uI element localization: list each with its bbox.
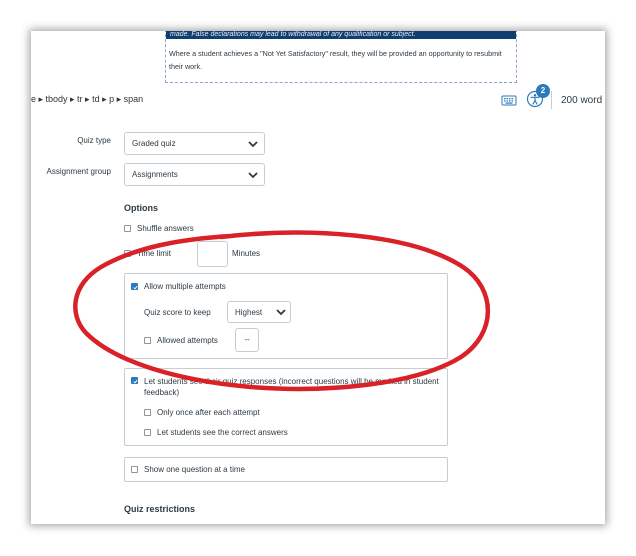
chevron-down-icon (276, 309, 286, 316)
see-correct-answers-checkbox[interactable] (144, 429, 151, 436)
editor-breadcrumb[interactable]: e ▸ tbody ▸ tr ▸ td ▸ p ▸ span (31, 94, 143, 105)
time-limit-input[interactable] (197, 241, 228, 267)
shuffle-answers-label: Shuffle answers (137, 224, 194, 233)
chevron-down-icon (248, 140, 258, 147)
allow-multiple-attempts-label: Allow multiple attempts (144, 282, 226, 291)
shuffle-answers-checkbox[interactable] (124, 225, 131, 232)
only-once-label: Only once after each attempt (157, 408, 260, 417)
see-correct-answers-label: Let students see the correct answers (157, 428, 288, 437)
editor-banner-text: made. False declarations may lead to wit… (166, 31, 516, 39)
allowed-attempts-label: Allowed attempts (157, 336, 218, 345)
time-limit-label: Time limit (137, 249, 171, 258)
allowed-attempts-input[interactable]: -- (235, 328, 259, 352)
quiz-restrictions-heading: Quiz restrictions (124, 504, 196, 514)
screenshot-frame: made. False declarations may lead to wit… (31, 31, 605, 524)
editor-content[interactable]: made. False declarations may lead to wit… (165, 31, 517, 83)
assignment-group-select[interactable]: Assignments (124, 163, 265, 186)
editor-paragraph: Where a student achieves a "Not Yet Sati… (169, 49, 502, 71)
one-question-label: Show one question at a time (144, 465, 245, 474)
quiz-score-to-keep-select[interactable]: Highest (227, 301, 291, 323)
issue-count-badge: 2 (536, 84, 550, 98)
chevron-down-icon (248, 171, 258, 178)
options-heading: Options (124, 203, 158, 213)
keyboard-icon[interactable] (501, 94, 517, 106)
quiz-type-value: Graded quiz (132, 139, 176, 148)
one-question-checkbox[interactable] (131, 466, 138, 473)
see-quiz-responses-checkbox[interactable] (131, 377, 138, 384)
assignment-group-value: Assignments (132, 170, 178, 179)
allow-multiple-attempts-checkbox[interactable] (131, 283, 138, 290)
quiz-type-label: Quiz type (77, 136, 111, 145)
time-limit-unit: Minutes (232, 249, 261, 258)
only-once-checkbox[interactable] (144, 409, 151, 416)
quiz-score-to-keep-label: Quiz score to keep (144, 308, 211, 317)
time-limit-checkbox[interactable] (124, 250, 131, 257)
quiz-score-to-keep-value: Highest (235, 307, 263, 317)
status-divider (551, 91, 552, 109)
allowed-attempts-checkbox[interactable] (144, 337, 151, 344)
assignment-group-label: Assignment group (46, 167, 111, 176)
quiz-type-select[interactable]: Graded quiz (124, 132, 265, 155)
see-quiz-responses-label: Let students see their quiz responses (i… (144, 377, 439, 397)
word-count[interactable]: 200 word (561, 95, 602, 106)
